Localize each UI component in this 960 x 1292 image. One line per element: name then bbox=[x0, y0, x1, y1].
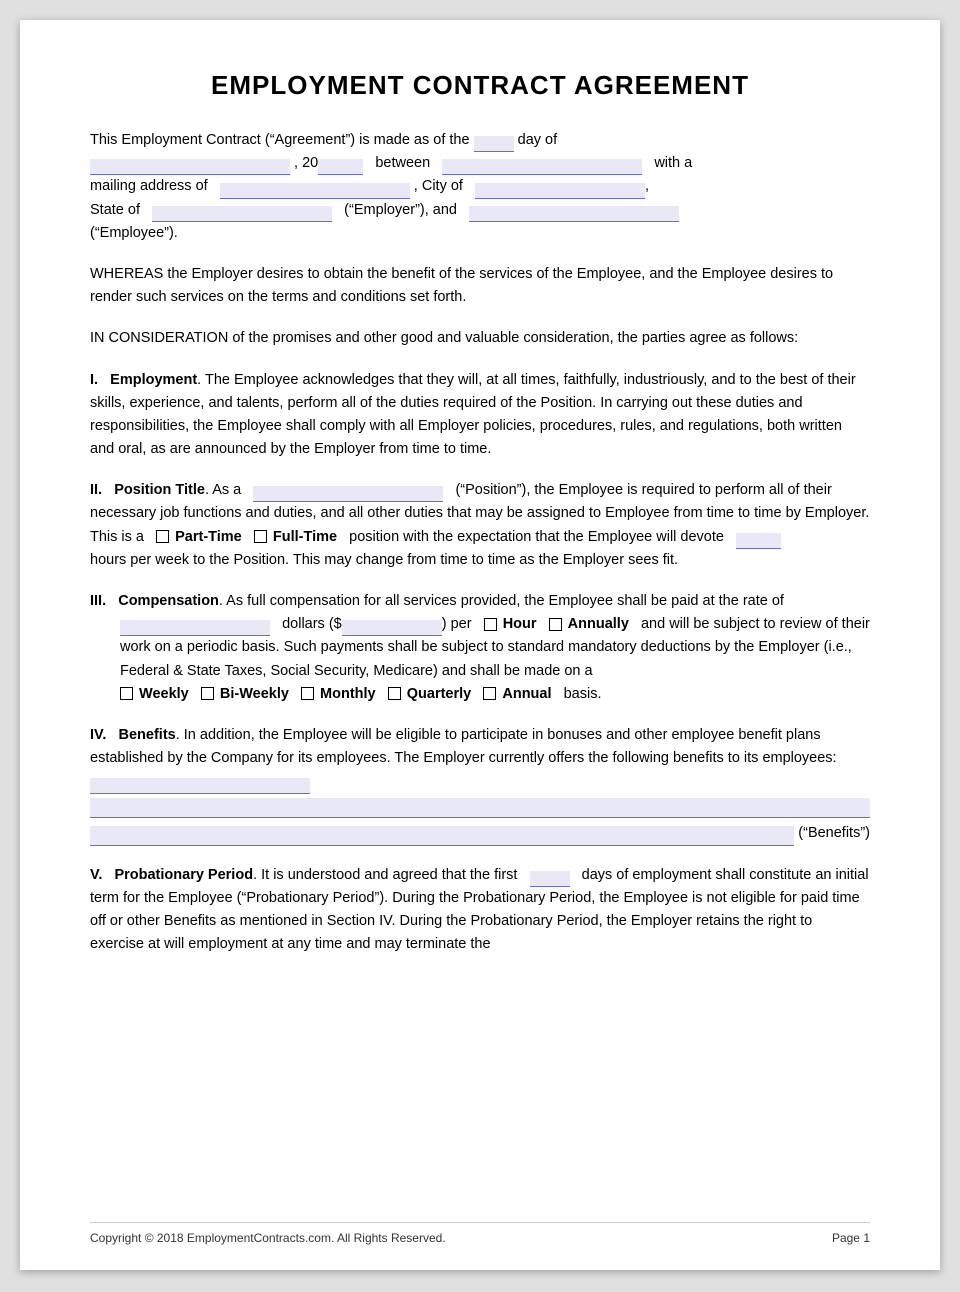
section-ii-text1: . As a bbox=[205, 482, 241, 498]
benefits-line-2[interactable] bbox=[90, 826, 794, 846]
employer-label: (“Employer”), and bbox=[344, 202, 457, 218]
section-iii-text1: . As full compensation for all services … bbox=[219, 593, 784, 609]
benefits-label: (“Benefits”) bbox=[798, 822, 870, 845]
biweekly-label: Bi-Weekly bbox=[220, 686, 289, 702]
section-iv-number: IV. bbox=[90, 727, 106, 743]
page-title: EMPLOYMENT CONTRACT AGREEMENT bbox=[90, 70, 870, 101]
state-field[interactable] bbox=[152, 206, 332, 222]
annually-checkbox[interactable] bbox=[549, 618, 562, 631]
year-field[interactable] bbox=[318, 159, 363, 175]
section-iii-number: III. bbox=[90, 593, 106, 609]
hours-field[interactable] bbox=[736, 533, 781, 549]
weekly-label: Weekly bbox=[139, 686, 189, 702]
address-field[interactable] bbox=[220, 183, 410, 199]
state-label: State of bbox=[90, 202, 140, 218]
whereas-paragraph: WHEREAS the Employer desires to obtain t… bbox=[90, 263, 870, 309]
benefits-line-1[interactable] bbox=[90, 798, 870, 818]
parttime-label: Part-Time bbox=[175, 529, 242, 545]
date-field[interactable] bbox=[90, 159, 290, 175]
footer-copyright: Copyright © 2018 EmploymentContracts.com… bbox=[90, 1231, 446, 1245]
monthly-label: Monthly bbox=[320, 686, 376, 702]
section-ii-number: II. bbox=[90, 482, 102, 498]
page-footer: Copyright © 2018 EmploymentContracts.com… bbox=[90, 1222, 870, 1245]
dollars-field[interactable] bbox=[342, 620, 442, 636]
day-label: day of bbox=[518, 132, 558, 148]
intro-paragraph: This Employment Contract (“Agreement”) i… bbox=[90, 129, 870, 245]
section-compensation: III. Compensation. As full compensation … bbox=[90, 590, 870, 706]
rate-field[interactable] bbox=[120, 620, 270, 636]
section-v-number: V. bbox=[90, 867, 102, 883]
quarterly-checkbox[interactable] bbox=[388, 687, 401, 700]
section-iii-title: Compensation bbox=[118, 593, 219, 609]
section-position: II. Position Title. As a (“Position”), t… bbox=[90, 479, 870, 572]
hour-label: Hour bbox=[503, 616, 537, 632]
annually-label: Annually bbox=[568, 616, 629, 632]
employee-name-field[interactable] bbox=[469, 206, 679, 222]
benefits-inline-field[interactable] bbox=[90, 778, 310, 794]
footer-page: Page 1 bbox=[832, 1231, 870, 1245]
parttime-checkbox[interactable] bbox=[156, 530, 169, 543]
section-i-title: Employment bbox=[110, 372, 197, 388]
hour-checkbox[interactable] bbox=[484, 618, 497, 631]
section-iv-text1: . In addition, the Employee will be elig… bbox=[90, 727, 837, 766]
year-prefix: , 20 bbox=[294, 155, 318, 171]
section-iv-title: Benefits bbox=[119, 727, 176, 743]
consideration-text: IN CONSIDERATION of the promises and oth… bbox=[90, 330, 798, 346]
section-iii-text2: dollars ($ bbox=[282, 616, 342, 632]
section-ii-text3: position with the expectation that the E… bbox=[349, 529, 724, 545]
between-label: between bbox=[375, 155, 430, 171]
section-iii-text3: ) per bbox=[442, 616, 472, 632]
employee-label: (“Employee”). bbox=[90, 225, 178, 241]
mailing-label: mailing address of bbox=[90, 178, 208, 194]
quarterly-label: Quarterly bbox=[407, 686, 471, 702]
section-benefits: IV. Benefits. In addition, the Employee … bbox=[90, 724, 870, 846]
biweekly-checkbox[interactable] bbox=[201, 687, 214, 700]
fulltime-label: Full-Time bbox=[273, 529, 337, 545]
section-i-number: I. bbox=[90, 372, 98, 388]
section-iii-text5: basis. bbox=[564, 686, 602, 702]
section-i-text: . The Employee acknowledges that they wi… bbox=[90, 372, 856, 458]
weekly-checkbox[interactable] bbox=[120, 687, 133, 700]
section-v-text1: . It is understood and agreed that the f… bbox=[253, 867, 517, 883]
whereas-text: WHEREAS the Employer desires to obtain t… bbox=[90, 266, 833, 305]
position-title-field[interactable] bbox=[253, 486, 443, 502]
probation-days-field[interactable] bbox=[530, 871, 570, 887]
fulltime-checkbox[interactable] bbox=[254, 530, 267, 543]
city-field[interactable] bbox=[475, 183, 645, 199]
consideration-paragraph: IN CONSIDERATION of the promises and oth… bbox=[90, 327, 870, 350]
section-employment: I. Employment. The Employee acknowledges… bbox=[90, 369, 870, 462]
annual-checkbox[interactable] bbox=[483, 687, 496, 700]
intro-text-1: This Employment Contract (“Agreement”) i… bbox=[90, 132, 470, 148]
document-page: EMPLOYMENT CONTRACT AGREEMENT This Emplo… bbox=[20, 20, 940, 1270]
section-ii-title: Position Title bbox=[114, 482, 205, 498]
section-ii-text4: hours per week to the Position. This may… bbox=[90, 552, 678, 568]
section-probationary: V. Probationary Period. It is understood… bbox=[90, 864, 870, 957]
city-label: , City of bbox=[414, 178, 463, 194]
witha-label: with a bbox=[654, 155, 692, 171]
section-v-title: Probationary Period bbox=[114, 867, 253, 883]
annual-label: Annual bbox=[502, 686, 551, 702]
monthly-checkbox[interactable] bbox=[301, 687, 314, 700]
party1-field[interactable] bbox=[442, 159, 642, 175]
day-field[interactable] bbox=[474, 136, 514, 152]
